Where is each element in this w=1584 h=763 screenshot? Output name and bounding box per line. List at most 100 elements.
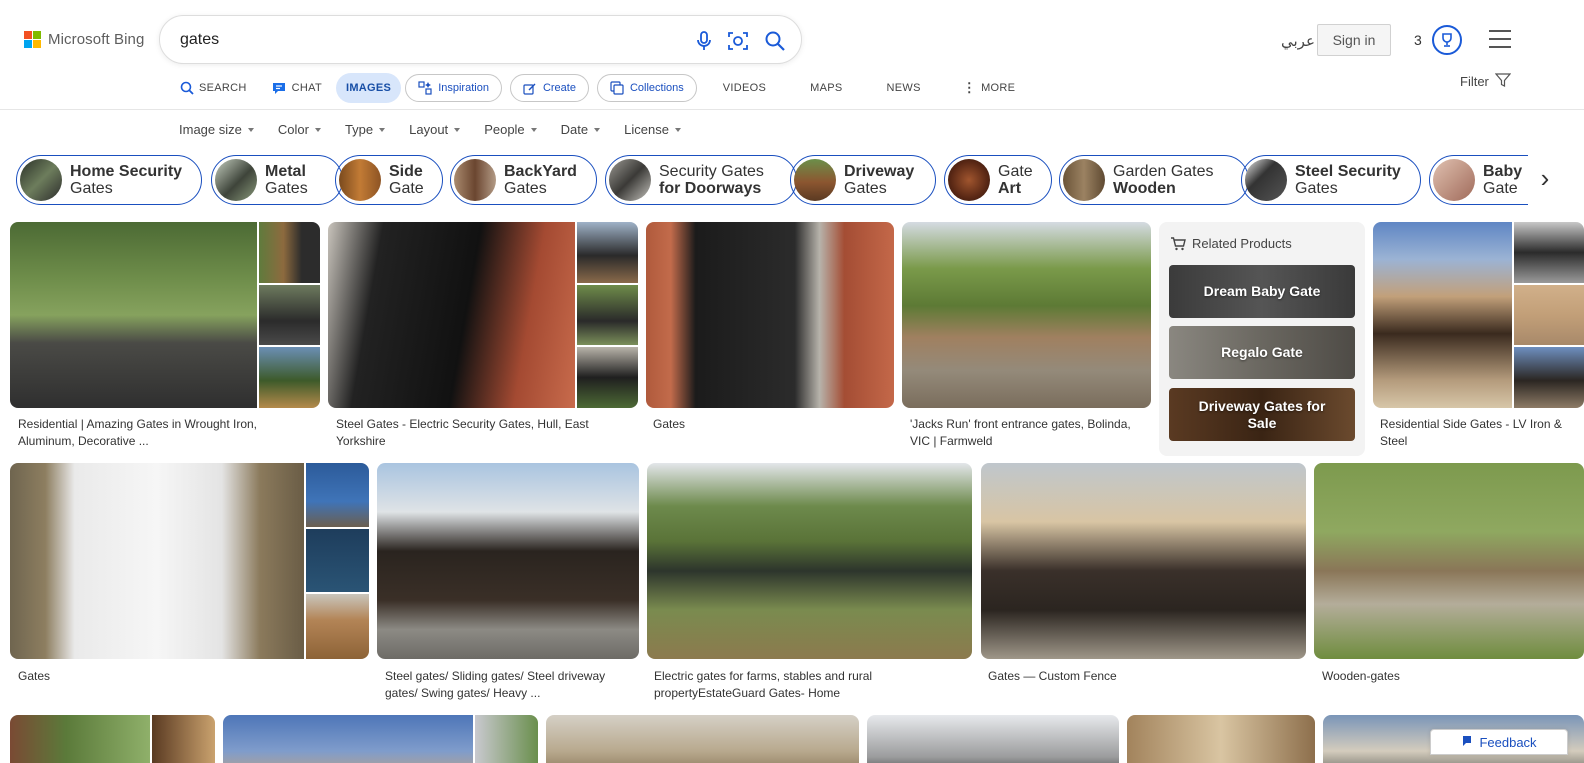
image-filter-bar: Image size Color Type Layout People Date… — [179, 122, 705, 137]
feedback-button[interactable]: Feedback — [1430, 729, 1568, 755]
bing-logo[interactable]: Microsoft Bing — [24, 31, 144, 48]
result-thumbnail — [152, 715, 215, 763]
result-caption[interactable]: Residential Side Gates - LV Iron & Steel — [1380, 416, 1570, 450]
result-image-13[interactable] — [546, 715, 859, 763]
tab-news[interactable]: NEWS — [877, 73, 931, 103]
language-link[interactable]: عربي — [1281, 32, 1315, 50]
result-image-12[interactable] — [223, 715, 538, 763]
funnel-icon — [1494, 72, 1512, 91]
tab-maps-label: MAPS — [810, 82, 843, 94]
related-product-dream-baby-gate[interactable]: Dream Baby Gate — [1169, 265, 1355, 318]
rewards-trophy-icon[interactable] — [1432, 25, 1462, 55]
chip-thumbnail — [1433, 159, 1475, 201]
chip-line2: Gate — [389, 180, 424, 197]
related-product-driveway-gates[interactable]: Driveway Gates for Sale — [1169, 388, 1355, 441]
result-caption[interactable]: Electric gates for farms, stables and ru… — [654, 668, 954, 702]
search-input[interactable]: gates — [180, 31, 219, 49]
tab-more[interactable]: ⋮ MORE — [953, 73, 1026, 103]
tab-search-label: SEARCH — [199, 82, 247, 94]
chip-driveway-gates[interactable]: Driveway Gates — [790, 155, 936, 205]
chip-line2: Art — [998, 180, 1022, 197]
result-caption[interactable]: Residential | Amazing Gates in Wrought I… — [18, 416, 308, 450]
sign-in-button[interactable]: Sign in — [1317, 24, 1391, 56]
tab-videos-label: VIDEOS — [722, 82, 767, 94]
result-image-5[interactable] — [1373, 222, 1584, 408]
result-image-8[interactable] — [647, 463, 972, 659]
chip-line1: Gate — [998, 163, 1033, 180]
result-caption[interactable]: Steel gates/ Sliding gates/ Steel drivew… — [385, 668, 630, 702]
search-box[interactable]: gates — [159, 15, 802, 64]
tab-collections[interactable]: Collections — [596, 74, 697, 102]
filter-layout[interactable]: Layout — [409, 122, 461, 137]
chip-thumbnail — [454, 159, 496, 201]
feedback-label: Feedback — [1479, 734, 1537, 750]
chip-side-gate[interactable]: Side Gate — [335, 155, 443, 205]
chip-thumbnail — [794, 159, 836, 201]
result-image-1[interactable] — [10, 222, 320, 408]
result-image-11[interactable] — [10, 715, 215, 763]
result-image-6[interactable] — [10, 463, 369, 659]
tab-maps[interactable]: MAPS — [800, 73, 852, 103]
filter-date[interactable]: Date — [561, 122, 601, 137]
result-image-15[interactable] — [1127, 715, 1315, 763]
chip-baby-gate[interactable]: Baby Gate — [1429, 155, 1528, 205]
tab-inspiration[interactable]: Inspiration — [405, 74, 502, 102]
chip-home-security-gates[interactable]: Home Security Gates — [16, 155, 202, 205]
tab-create[interactable]: Create — [509, 74, 589, 102]
chip-thumbnail — [339, 159, 381, 201]
result-thumbnail — [1514, 285, 1584, 345]
filter-color[interactable]: Color — [278, 122, 321, 137]
chip-security-gates-doorways[interactable]: Security Gates for Doorways — [605, 155, 797, 205]
rewards-count[interactable]: 3 — [1414, 32, 1422, 48]
filter-people[interactable]: People — [484, 122, 537, 137]
chip-gate-art[interactable]: Gate Art — [944, 155, 1052, 205]
microphone-icon[interactable] — [692, 29, 716, 53]
chip-steel-security-gates[interactable]: Steel Security Gates — [1241, 155, 1421, 205]
result-caption[interactable]: 'Jacks Run' front entrance gates, Bolind… — [910, 416, 1145, 450]
tab-images[interactable]: IMAGES — [335, 73, 402, 103]
tab-chat[interactable]: CHAT — [261, 73, 332, 103]
brand-name: Microsoft Bing — [48, 31, 145, 48]
result-image-7[interactable] — [377, 463, 639, 659]
tab-images-label: IMAGES — [345, 82, 392, 94]
chip-line1: Steel Security — [1295, 163, 1401, 180]
filter-license[interactable]: License — [624, 122, 681, 137]
result-image-10[interactable] — [1314, 463, 1584, 659]
result-caption[interactable]: Wooden-gates — [1322, 668, 1572, 685]
filter-button[interactable]: Filter — [1460, 72, 1512, 91]
tab-videos[interactable]: VIDEOS — [713, 73, 776, 103]
filter-type[interactable]: Type — [345, 122, 386, 137]
tab-more-label: MORE — [981, 82, 1016, 94]
visual-search-icon[interactable] — [726, 29, 750, 53]
result-thumbnail — [306, 529, 369, 592]
result-image-9[interactable] — [981, 463, 1306, 659]
filter-image-size[interactable]: Image size — [179, 122, 254, 137]
result-caption[interactable]: Steel Gates - Electric Security Gates, H… — [336, 416, 626, 450]
result-image-3[interactable] — [646, 222, 894, 408]
feedback-flag-icon — [1461, 735, 1473, 750]
hamburger-menu-icon[interactable] — [1489, 30, 1511, 48]
bing-images-page: Microsoft Bing gates عربي Sign in 3 SEAR… — [0, 0, 1584, 763]
result-thumbnail — [1373, 222, 1512, 408]
result-caption[interactable]: Gates — Custom Fence — [988, 668, 1288, 685]
chip-line2: Gates — [265, 180, 308, 197]
search-icon[interactable] — [763, 29, 787, 53]
search-nav-tabs: SEARCH CHAT IMAGES Inspiration Create Co… — [170, 73, 1029, 103]
result-caption[interactable]: Gates — [653, 416, 883, 433]
tab-search[interactable]: SEARCH — [170, 73, 257, 103]
chip-thumbnail — [215, 159, 257, 201]
chevron-right-icon[interactable]: › — [1533, 163, 1557, 193]
result-image-2[interactable] — [328, 222, 638, 408]
result-image-14[interactable] — [867, 715, 1119, 763]
chip-metal-gates[interactable]: Metal Gates — [211, 155, 343, 205]
related-product-regalo-gate[interactable]: Regalo Gate — [1169, 326, 1355, 379]
result-image-4[interactable] — [902, 222, 1151, 408]
result-thumbnail — [259, 285, 320, 345]
tab-chat-label: CHAT — [291, 82, 322, 94]
chip-line2: Gate — [1483, 180, 1518, 197]
chip-line2: Gates — [844, 180, 887, 197]
result-caption[interactable]: Gates — [18, 668, 308, 685]
related-products-title: Related Products — [1192, 236, 1292, 251]
chip-backyard-gates[interactable]: BackYard Gates — [450, 155, 597, 205]
chip-garden-gates-wooden[interactable]: Garden Gates Wooden — [1059, 155, 1249, 205]
